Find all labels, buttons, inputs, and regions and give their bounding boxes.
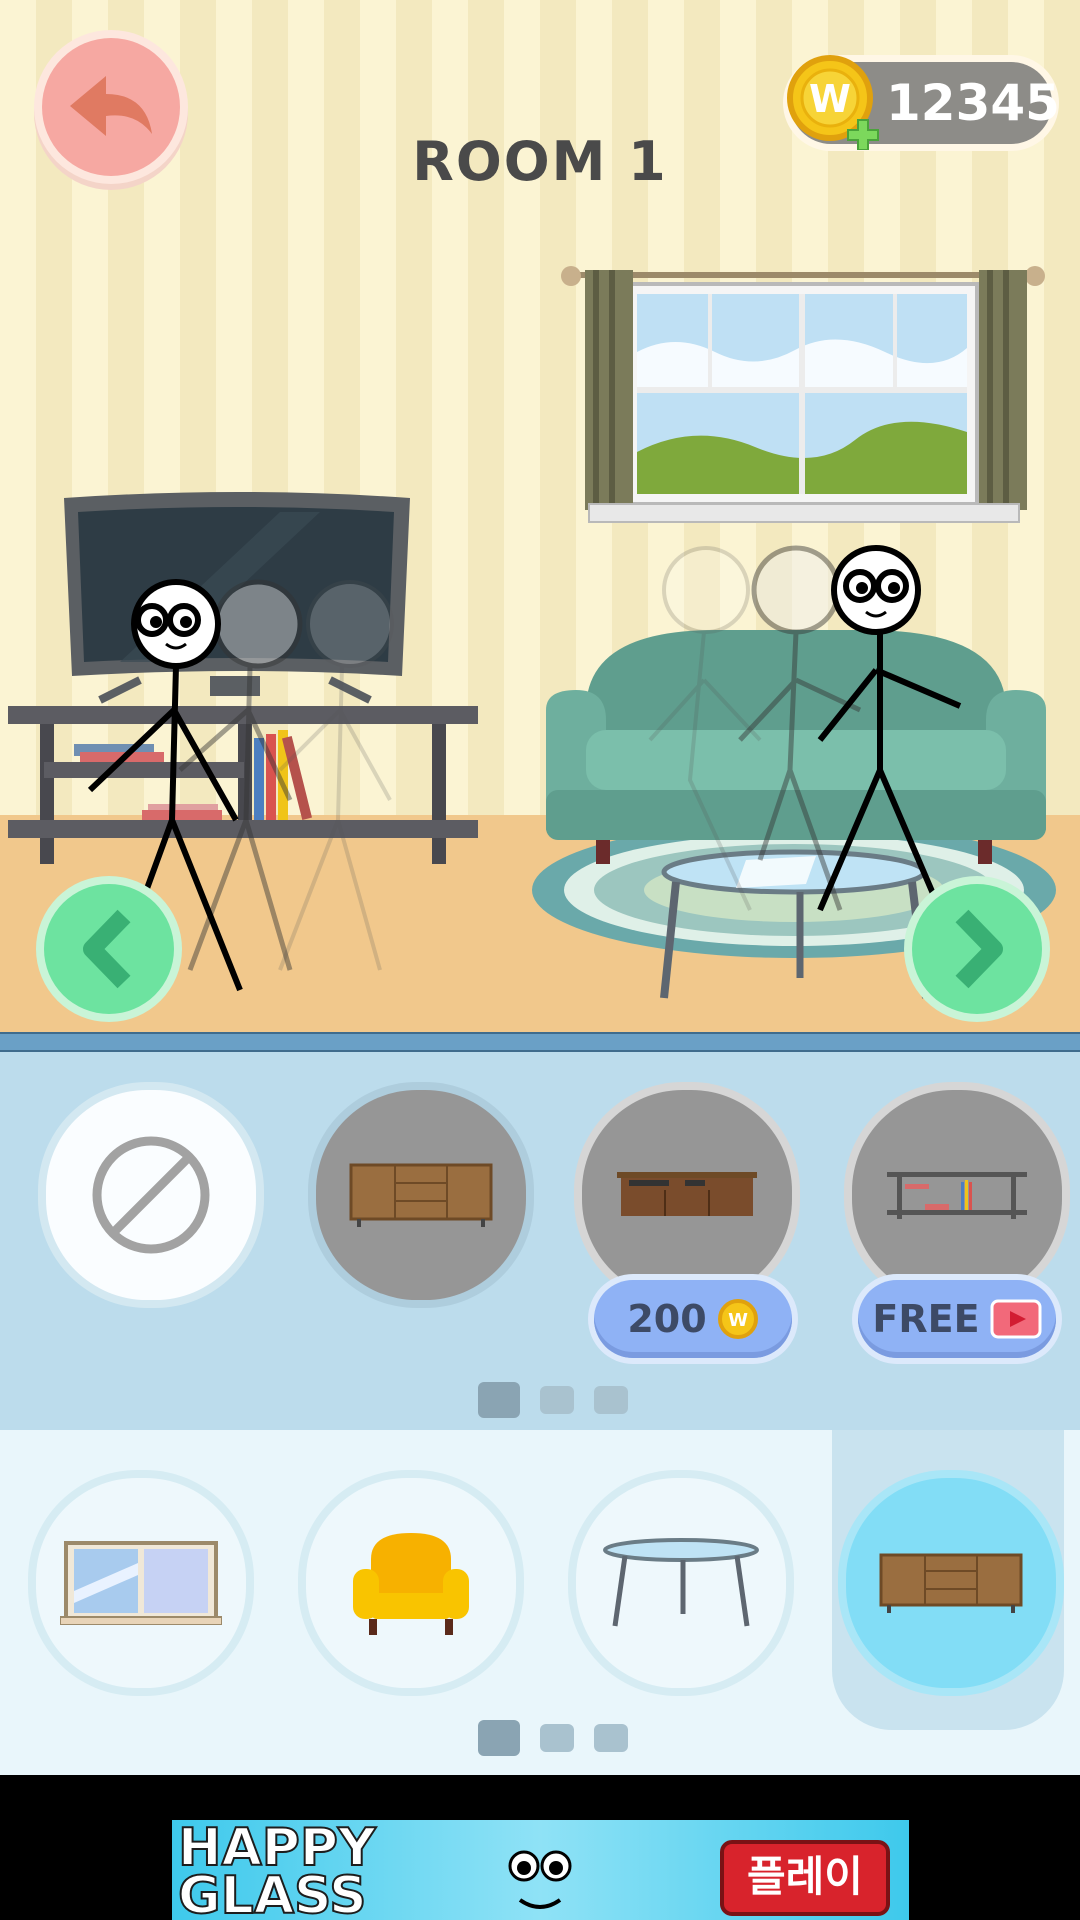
room-scene: W 12345 ROOM 1 xyxy=(0,0,1080,1035)
divider xyxy=(0,1032,1080,1052)
style-option-none[interactable] xyxy=(46,1090,256,1300)
video-ad-icon xyxy=(990,1299,1042,1339)
coffee-table-icon xyxy=(603,1538,759,1627)
glass-face-icon xyxy=(508,1850,572,1909)
chevron-left-icon xyxy=(83,909,131,989)
style-option-shelf[interactable] xyxy=(852,1090,1062,1300)
ad-title-line-1: HAPPY xyxy=(177,1820,377,1878)
furniture-style-panel: 200 W FREE xyxy=(0,1052,1080,1430)
free-label: FREE xyxy=(872,1297,980,1341)
coin-add-icon: W xyxy=(787,55,879,150)
price-label: 200 xyxy=(627,1297,707,1341)
svg-text:W: W xyxy=(809,77,851,121)
next-room-button[interactable] xyxy=(912,884,1042,1014)
ad-play-button[interactable]: 플레이 xyxy=(720,1840,890,1916)
category-armchair[interactable] xyxy=(306,1478,516,1688)
shelf-icon xyxy=(887,1172,1027,1219)
back-button[interactable] xyxy=(42,38,180,176)
back-arrow-icon xyxy=(70,76,152,136)
chevron-right-icon xyxy=(955,909,1003,989)
style-option-sideboard[interactable] xyxy=(316,1090,526,1300)
none-icon xyxy=(92,1136,210,1254)
page-dot-3[interactable] xyxy=(594,1724,628,1752)
buy-price-button[interactable]: 200 W xyxy=(594,1280,792,1358)
page-dot-1[interactable] xyxy=(478,1720,520,1756)
coin-count: 12345 xyxy=(886,74,1060,132)
page-dot-2[interactable] xyxy=(540,1386,574,1414)
page-dot-2[interactable] xyxy=(540,1724,574,1752)
category-page-indicator xyxy=(478,1720,628,1756)
coin-icon: W xyxy=(717,1299,758,1339)
cabinet-icon xyxy=(879,1553,1023,1613)
coin-balance[interactable]: W 12345 xyxy=(787,55,1060,150)
window-illustration xyxy=(561,266,1045,523)
ad-title-line-2: GLASS xyxy=(177,1866,368,1920)
style-option-tv-stand[interactable] xyxy=(582,1090,792,1300)
sideboard-icon xyxy=(349,1163,493,1227)
room-title: ROOM 1 xyxy=(412,130,668,193)
tv-stand-icon xyxy=(617,1172,757,1216)
page-dot-1[interactable] xyxy=(478,1382,520,1418)
stickman-sitting xyxy=(648,545,962,912)
window-icon xyxy=(60,1541,222,1625)
svg-text:W: W xyxy=(728,1310,748,1331)
watch-ad-free-button[interactable]: FREE xyxy=(858,1280,1056,1358)
previous-room-button[interactable] xyxy=(44,884,174,1014)
category-window[interactable] xyxy=(36,1478,246,1688)
page-dot-3[interactable] xyxy=(594,1386,628,1414)
style-page-indicator xyxy=(478,1382,628,1418)
ad-title: HAPPY GLASS xyxy=(177,1820,377,1920)
category-cabinet[interactable] xyxy=(846,1478,1056,1688)
ad-banner[interactable]: HAPPY GLASS 플레이 xyxy=(172,1820,909,1920)
category-coffee-table[interactable] xyxy=(576,1478,786,1688)
armchair-icon xyxy=(353,1533,469,1635)
